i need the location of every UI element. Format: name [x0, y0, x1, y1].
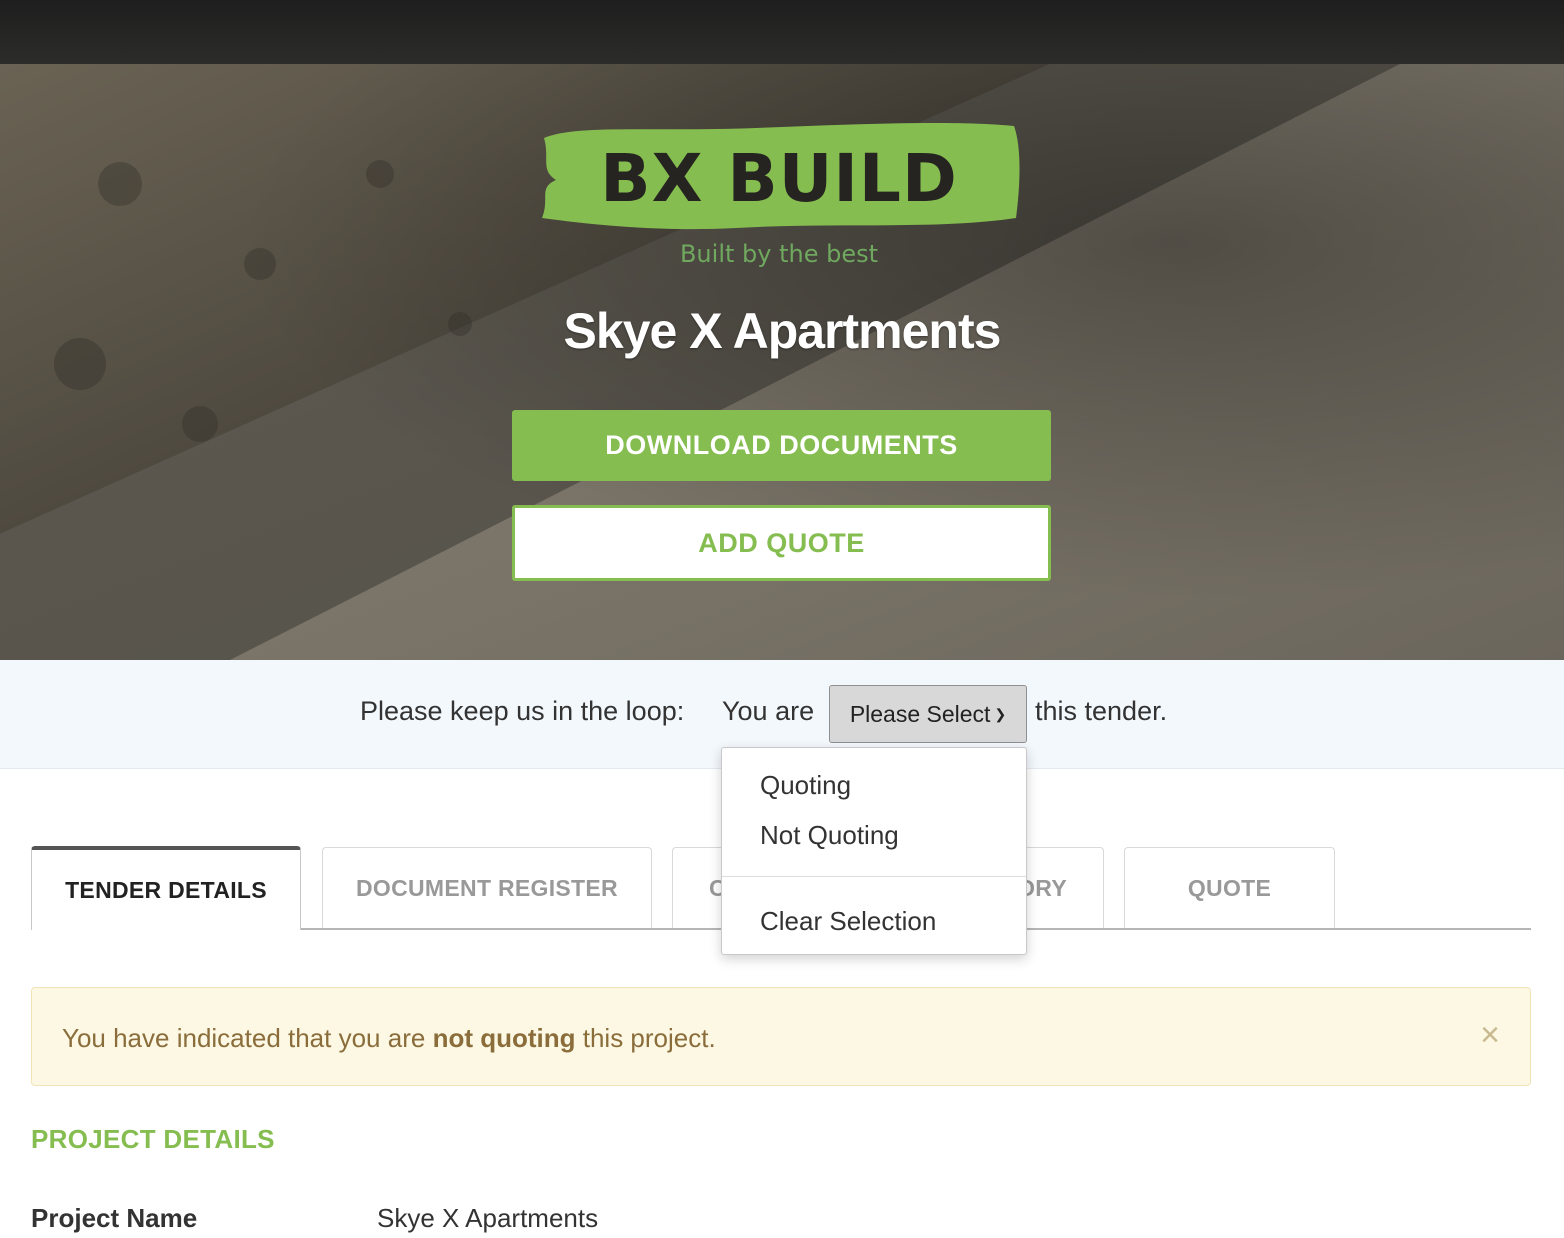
- tab-document-register[interactable]: DOCUMENT REGISTER: [322, 847, 652, 928]
- hero-banner: BX BUILD Built by the best Skye X Apartm…: [0, 64, 1564, 660]
- project-name-label: Project Name: [31, 1203, 198, 1233]
- close-icon[interactable]: ×: [1480, 1016, 1500, 1055]
- add-quote-button[interactable]: ADD QUOTE: [512, 505, 1051, 581]
- select-value: Please Select: [849, 700, 991, 727]
- alert-message: You have indicated that you are not quot…: [62, 1023, 716, 1054]
- loop-suffix-text: this tender.: [1035, 696, 1168, 726]
- logo-tagline: Built by the best: [679, 240, 879, 268]
- section-title-project-details: PROJECT DETAILS: [31, 1124, 275, 1154]
- logo-brand-name: BX BUILD: [600, 140, 958, 217]
- option-not-quoting[interactable]: Not Quoting: [760, 820, 899, 851]
- loop-prefix-text: Please keep us in the loop:: [360, 696, 685, 726]
- alert-text-before: You have indicated that you are: [62, 1023, 426, 1053]
- tab-quote[interactable]: QUOTE: [1124, 847, 1335, 928]
- project-title: Skye X Apartments: [563, 303, 1002, 359]
- tender-status-dropdown: Quoting Not Quoting Clear Selection: [721, 747, 1027, 955]
- tab-tender-details[interactable]: TENDER DETAILS: [31, 846, 301, 930]
- tender-status-select[interactable]: Please Select ❯: [829, 685, 1027, 743]
- option-quoting[interactable]: Quoting: [760, 770, 851, 801]
- not-quoting-alert: You have indicated that you are not quot…: [31, 987, 1531, 1086]
- alert-text-after: this project.: [582, 1023, 716, 1053]
- top-navbar: [0, 0, 1564, 64]
- dropdown-divider: [722, 876, 1026, 877]
- project-name-value: Skye X Apartments: [377, 1203, 599, 1233]
- loop-you-are-text: You are: [722, 696, 815, 726]
- option-clear-selection[interactable]: Clear Selection: [760, 906, 936, 937]
- chevron-down-icon: ❯: [994, 705, 1007, 722]
- alert-text-bold: not quoting: [432, 1023, 576, 1053]
- download-documents-button[interactable]: DOWNLOAD DOCUMENTS: [512, 410, 1051, 481]
- brand-logo: BX BUILD Built by the best: [536, 118, 1022, 278]
